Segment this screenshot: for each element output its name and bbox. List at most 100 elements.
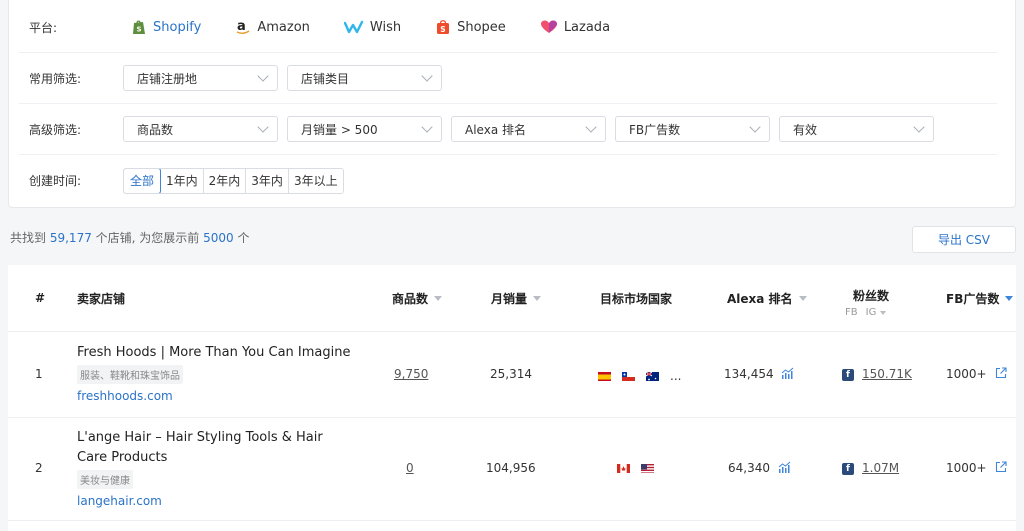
store-name[interactable]: L'ange Hair – Hair Styling Tools & Hair … (77, 428, 367, 468)
fans-count-link[interactable]: 1.07M (862, 461, 899, 475)
platform-row: 平台: S Shopify a Amazon Wish S Shopee Laz… (19, 2, 997, 53)
fb-ads-value: 1000+ (946, 461, 987, 475)
trend-chart-icon[interactable] (781, 367, 794, 382)
common-filter-row: 常用筛选: 店铺注册地 店铺类目 (19, 53, 997, 104)
trend-chart-icon[interactable] (778, 461, 791, 476)
status-select-value: 有效 (793, 122, 818, 137)
platform-label-amazon: Amazon (257, 19, 310, 35)
fans-count-link[interactable]: 150.71K (862, 367, 912, 381)
fans-cell: f 150.71K (842, 367, 912, 381)
platform-label-shopify: Shopify (153, 19, 202, 35)
market-flags: ... (598, 369, 681, 383)
created-option-1y[interactable]: 1年内 (160, 168, 203, 193)
platform-shopify[interactable]: S Shopify (131, 19, 201, 35)
sort-down-icon (798, 295, 807, 301)
alexa-rank-cell: 134,454 (724, 367, 794, 382)
flag-es-icon (598, 371, 611, 381)
store-name-line-1: L'ange Hair – Hair Styling Tools & Hair (77, 430, 323, 445)
summary-prefix: 共找到 (10, 231, 47, 245)
product-count-link[interactable]: 0 (406, 461, 414, 475)
chevron-down-icon (585, 121, 597, 133)
store-name[interactable]: Fresh Hoods | More Than You Can Imagine (77, 343, 367, 363)
alexa-rank-select[interactable]: Alexa 排名 (451, 116, 606, 142)
created-option-all[interactable]: 全部 (123, 168, 162, 193)
platform-lazada[interactable]: Lazada (540, 19, 610, 35)
summary-total: 59,177 (49, 231, 92, 245)
fans-sub-fb[interactable]: FB (845, 307, 858, 318)
fb-ads-cell: 1000+ (946, 461, 1007, 476)
store-category-select-value: 店铺类目 (301, 71, 350, 86)
svg-text:S: S (440, 25, 445, 34)
store-domain-link[interactable]: freshhoods.com (77, 389, 367, 403)
sort-down-icon (434, 295, 443, 301)
product-count-select[interactable]: 商品数 (123, 116, 278, 142)
advanced-filter-label: 高级筛选: (29, 122, 82, 137)
store-name-line-2: Care Products (77, 450, 168, 465)
summary-suffix: 个 (237, 231, 250, 245)
header-markets: 目标市场国家 (600, 291, 673, 306)
header-monthly-sales[interactable]: 月销量 (491, 265, 542, 331)
more-flags[interactable]: ... (670, 369, 681, 383)
export-csv-button[interactable]: 导出 CSV (912, 226, 1016, 253)
chevron-down-icon (257, 121, 269, 133)
platform-wish[interactable]: Wish (343, 19, 401, 35)
sort-down-icon (880, 310, 887, 315)
store-region-select[interactable]: 店铺注册地 (123, 65, 278, 91)
alexa-rank-select-value: Alexa 排名 (465, 122, 526, 137)
sort-down-icon (533, 295, 542, 301)
wish-icon (343, 19, 364, 35)
fb-ads-select[interactable]: FB广告数 (615, 116, 770, 142)
created-option-3y[interactable]: 3年内 (245, 168, 288, 193)
monthly-sales-select-value: 月销量 > 500 (301, 122, 378, 137)
store-category-select[interactable]: 店铺类目 (287, 65, 442, 91)
chevron-down-icon (257, 70, 269, 82)
flag-us-icon (641, 463, 654, 473)
external-link-icon[interactable] (995, 461, 1007, 476)
fans-sub-ig[interactable]: IG (866, 307, 877, 318)
created-option-2y[interactable]: 2年内 (202, 168, 246, 193)
product-count-select-value: 商品数 (137, 122, 174, 137)
header-rank: # (35, 291, 46, 305)
store-domain-link[interactable]: langehair.com (77, 494, 367, 508)
svg-text:S: S (137, 26, 142, 34)
fans-cell: f 1.07M (842, 461, 899, 475)
platform-amazon[interactable]: a Amazon (235, 19, 310, 35)
created-option-3y-plus[interactable]: 3年以上 (287, 168, 343, 193)
monthly-sales-select[interactable]: 月销量 > 500 (287, 116, 442, 142)
svg-text:a: a (237, 19, 246, 34)
summary-middle: 个店铺, 为您展示前 (95, 231, 200, 245)
header-alexa-label: Alexa 排名 (727, 291, 793, 306)
table-row[interactable]: 1 Fresh Hoods | More Than You Can Imagin… (8, 332, 1016, 418)
facebook-icon: f (842, 368, 854, 381)
platform-label: 平台: (29, 20, 58, 35)
result-summary: 共找到 59,177 个店铺, 为您展示前 5000 个 (10, 229, 250, 246)
alexa-rank-value: 64,340 (728, 461, 770, 475)
row-store: Fresh Hoods | More Than You Can Imagine … (77, 343, 367, 403)
row-rank: 2 (35, 461, 43, 475)
created-time-label: 创建时间: (29, 174, 82, 188)
platform-label-lazada: Lazada (563, 19, 611, 35)
created-time-segmented: 全部 1年内 2年内 3年内 3年以上 (123, 167, 344, 194)
fb-ads-value: 1000+ (946, 367, 987, 381)
header-fb-ads[interactable]: FB广告数 (946, 265, 1014, 331)
status-select[interactable]: 有效 (779, 116, 934, 142)
store-category-tag: 美妆与健康 (77, 470, 133, 489)
external-link-icon[interactable] (995, 367, 1007, 382)
flag-ca-icon (617, 463, 630, 473)
platform-shopee[interactable]: S Shopee (435, 19, 506, 35)
common-filter-label: 常用筛选: (29, 71, 82, 86)
store-table: # 卖家店铺 商品数 月销量 目标市场国家 Alexa 排名 粉丝数 FB IG… (8, 265, 1016, 531)
header-alexa[interactable]: Alexa 排名 (727, 265, 807, 331)
header-products[interactable]: 商品数 (392, 265, 443, 331)
product-count-link[interactable]: 9,750 (394, 367, 428, 381)
monthly-sales-value: 25,314 (490, 367, 532, 381)
header-monthly-sales-label: 月销量 (491, 291, 528, 306)
table-row[interactable]: 2 L'ange Hair – Hair Styling Tools & Hai… (8, 418, 1016, 521)
sort-down-icon (1005, 295, 1014, 301)
flag-au-icon (646, 371, 659, 381)
chevron-down-icon (421, 70, 433, 82)
row-store: L'ange Hair – Hair Styling Tools & Hair … (77, 428, 367, 508)
row-rank: 1 (35, 367, 43, 381)
flag-cl-icon (622, 371, 635, 381)
header-products-label: 商品数 (392, 291, 429, 306)
